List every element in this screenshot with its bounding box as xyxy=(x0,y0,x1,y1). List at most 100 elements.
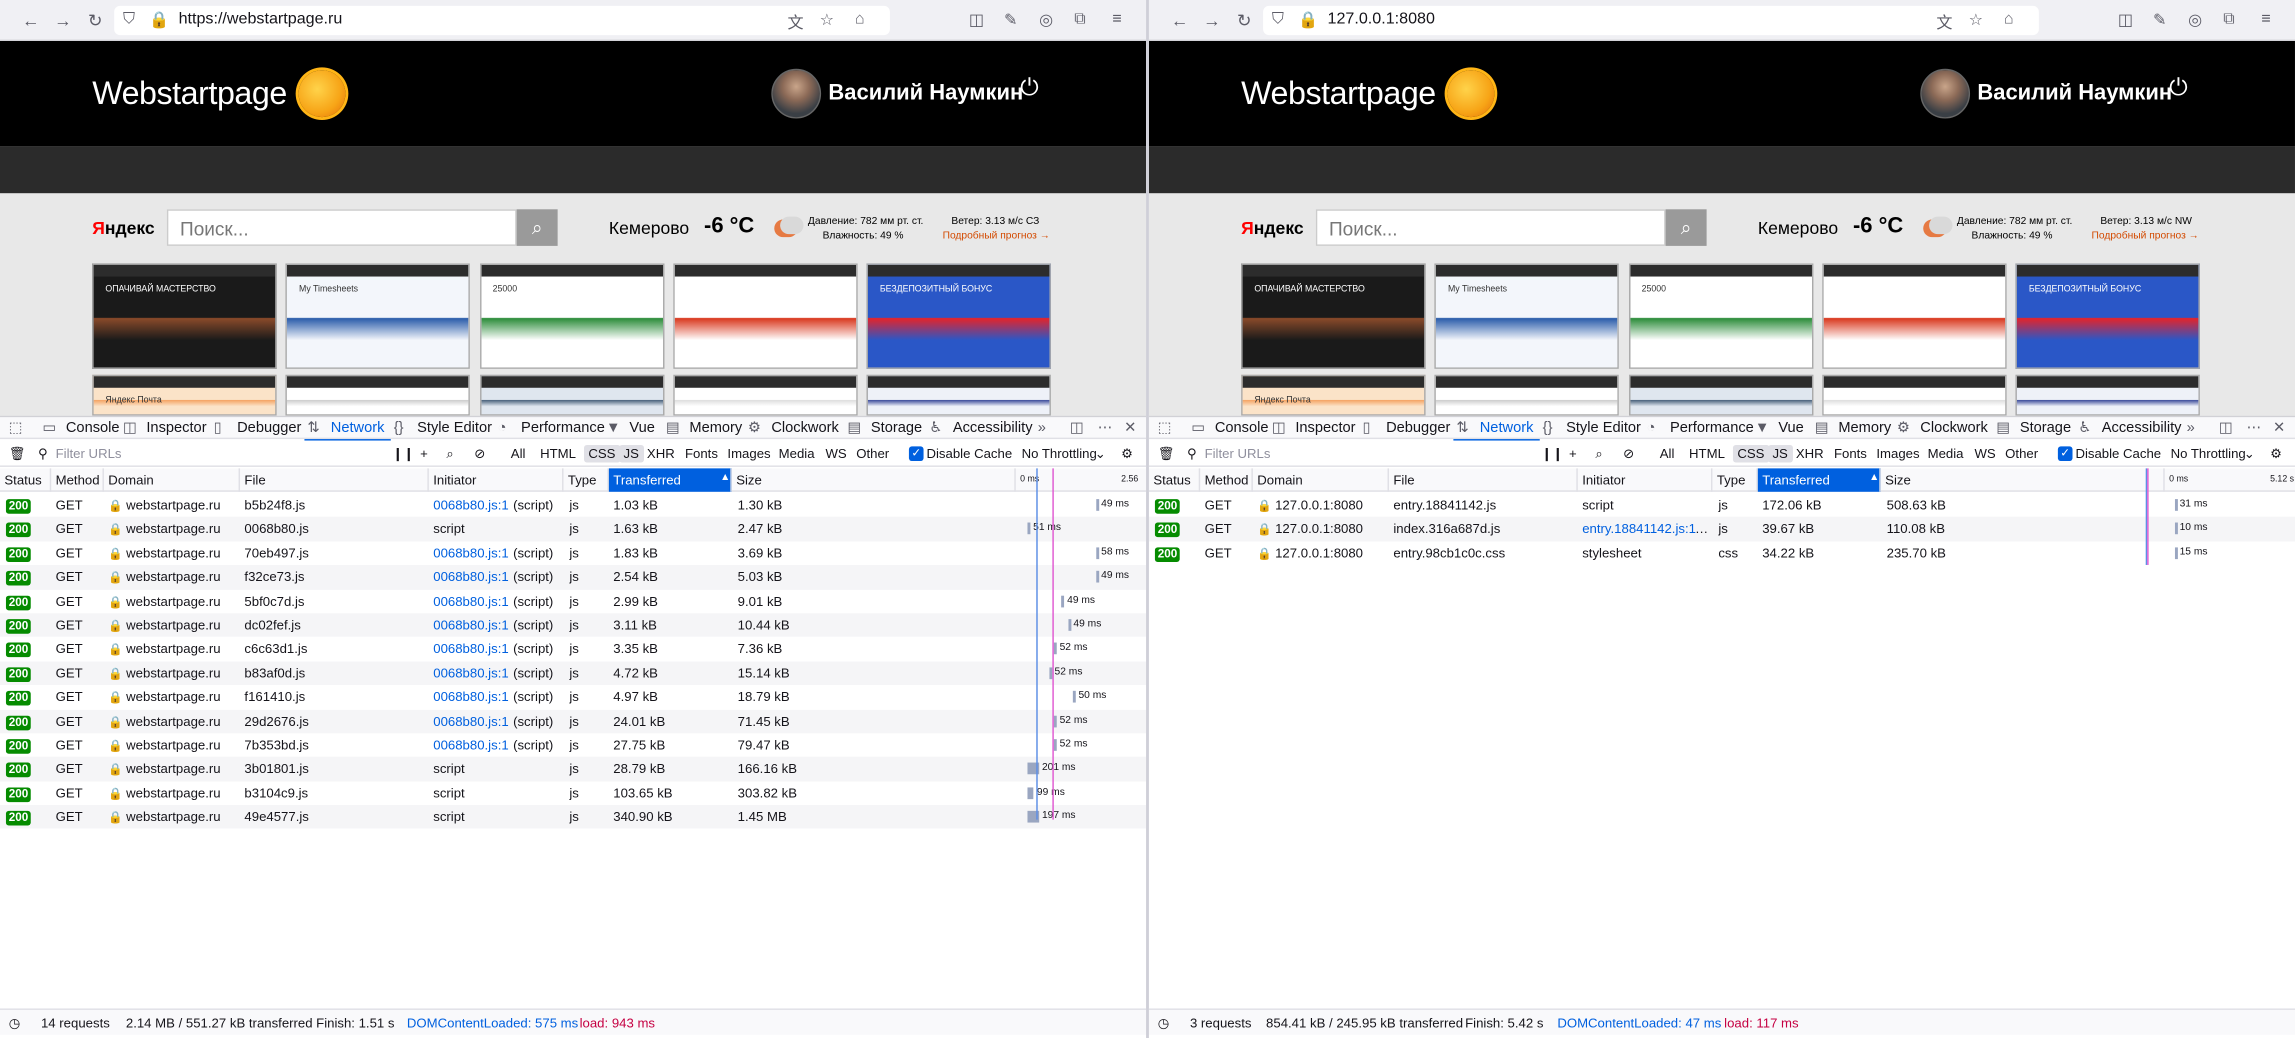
column-header-initiator[interactable]: Initiator xyxy=(1578,468,1713,492)
type-filter-media[interactable]: Media xyxy=(1928,446,1964,461)
type-filter-js[interactable]: JS xyxy=(1768,444,1793,463)
bookmark-thumbnail[interactable] xyxy=(1822,263,2007,369)
pause-icon[interactable]: ❙❙ xyxy=(1541,446,1563,462)
disable-cache-checkbox[interactable]: ✓ xyxy=(908,446,924,462)
bookmark-thumbnail[interactable] xyxy=(2015,374,2201,416)
bookmark-thumbnail[interactable]: Яндекс Почта xyxy=(1241,374,1426,416)
power-icon[interactable]: ⏻ xyxy=(1020,76,1039,102)
type-filter-css[interactable]: CSS xyxy=(1732,444,1769,463)
initiator-link[interactable]: 0068b80.js:1 xyxy=(433,546,508,561)
block-icon[interactable]: ⊘ xyxy=(1623,446,1634,462)
performance-icon[interactable]: ◷ xyxy=(1158,1016,1170,1032)
type-filter-other[interactable]: Other xyxy=(2005,446,2038,461)
extension-icon[interactable]: ◎ xyxy=(1039,10,1053,30)
column-header-domain[interactable]: Domain xyxy=(104,468,241,492)
tab-accessibility[interactable]: Accessibility xyxy=(953,420,1033,436)
menu-icon[interactable]: ≡ xyxy=(1112,10,1121,28)
type-filter-images[interactable]: Images xyxy=(727,446,770,461)
search-input[interactable]: Поиск... xyxy=(1315,209,1666,246)
add-icon[interactable]: + xyxy=(1569,446,1577,461)
initiator-link[interactable]: entry.18841142.js:11 (... xyxy=(1582,522,1711,537)
table-row[interactable]: 200 GET 🔒 127.0.0.1:8080 entry.18841142.js s… xyxy=(1149,493,2295,517)
column-header-transferred[interactable]: Transferred xyxy=(1757,468,1881,492)
filter-urls-input[interactable]: Filter URLs xyxy=(1205,446,1271,461)
url-bar[interactable]: ⛉ 🔒 https://webstartpage.ru 文 ☆ xyxy=(114,5,890,36)
user-name[interactable]: Василий Наумкин xyxy=(1977,81,2172,106)
tools-icon[interactable]: ✎ xyxy=(2153,10,2166,30)
initiator-cell[interactable]: 0068b80.js:1 (script) xyxy=(433,541,562,564)
performance-icon[interactable]: ◷ xyxy=(9,1016,21,1032)
avatar[interactable] xyxy=(771,68,822,119)
close-icon[interactable]: ✕ xyxy=(1124,420,1136,436)
table-row[interactable]: 200 GET 🔒 webstartpage.ru dc02fef.js 0068b80… xyxy=(0,613,1147,638)
tab-vue[interactable]: Vue xyxy=(1778,420,1803,436)
column-header-size[interactable]: Size xyxy=(1881,468,2165,492)
type-filter-xhr[interactable]: XHR xyxy=(647,446,675,461)
disable-cache-checkbox[interactable]: ✓ xyxy=(2057,446,2073,462)
more-tabs-icon[interactable]: » xyxy=(1038,420,1046,436)
url-text[interactable]: https://webstartpage.ru xyxy=(179,10,343,28)
network-settings-icon[interactable]: ⚙ xyxy=(1121,446,1133,462)
column-header-file[interactable]: File xyxy=(1389,468,1578,492)
column-header-transferred[interactable]: Transferred xyxy=(608,468,732,492)
tab-debugger[interactable]: Debugger xyxy=(237,420,301,436)
type-filter-css[interactable]: CSS xyxy=(583,444,620,463)
disable-cache-label[interactable]: Disable Cache xyxy=(926,446,1012,461)
type-filter-xhr[interactable]: XHR xyxy=(1796,446,1824,461)
element-picker-icon[interactable]: ⬚ xyxy=(1158,420,1172,436)
throttling-select[interactable]: No Throttling xyxy=(2171,446,2246,461)
tab-style-editor[interactable]: Style Editor xyxy=(417,420,492,436)
initiator-link[interactable]: 0068b80.js:1 xyxy=(433,618,508,633)
type-filter-all[interactable]: All xyxy=(1660,446,1675,461)
home-icon[interactable]: ⌂ xyxy=(2004,10,2014,28)
clear-icon[interactable]: 🗑 xyxy=(9,446,26,462)
bookmark-star-icon[interactable]: ☆ xyxy=(1969,10,1983,30)
bookmark-thumbnail[interactable] xyxy=(285,374,471,416)
url-text[interactable]: 127.0.0.1:8080 xyxy=(1328,10,1435,28)
column-header-type[interactable]: Type xyxy=(564,468,609,492)
initiator-cell[interactable]: script xyxy=(433,517,562,540)
type-filter-fonts[interactable]: Fonts xyxy=(685,446,718,461)
search-input[interactable]: Поиск... xyxy=(166,209,517,246)
bookmark-thumbnail[interactable]: 25000 xyxy=(1628,263,1813,369)
initiator-cell[interactable]: 0068b80.js:1 (script) xyxy=(433,637,562,660)
search-icon[interactable]: ⌕ xyxy=(446,446,453,462)
user-name[interactable]: Василий Наумкин xyxy=(828,81,1023,106)
initiator-link[interactable]: 0068b80.js:1 xyxy=(433,714,508,729)
tab-performance[interactable]: Performance xyxy=(1670,420,1754,436)
initiator-cell[interactable]: stylesheet xyxy=(1582,541,1711,564)
shield-extension-icon[interactable]: ◫ xyxy=(2118,10,2133,30)
type-filter-all[interactable]: All xyxy=(511,446,526,461)
column-header-status[interactable]: Status xyxy=(0,468,52,492)
initiator-link[interactable]: 0068b80.js:1 xyxy=(433,594,508,609)
avatar[interactable] xyxy=(1920,68,1971,119)
tab-console[interactable]: Console xyxy=(66,420,120,436)
bookmark-thumbnail[interactable]: Яндекс Почта xyxy=(92,374,277,416)
bookmark-star-icon[interactable]: ☆ xyxy=(820,10,834,30)
table-row[interactable]: 200 GET 🔒 webstartpage.ru 3b01801.js script j… xyxy=(0,757,1147,782)
tab-debugger[interactable]: Debugger xyxy=(1386,420,1450,436)
column-header-domain[interactable]: Domain xyxy=(1253,468,1389,492)
tab-storage[interactable]: Storage xyxy=(871,420,922,436)
shield-icon[interactable]: ⛉ xyxy=(1272,10,1284,29)
clear-icon[interactable]: 🗑 xyxy=(1158,446,1175,462)
table-row[interactable]: 200 GET 🔒 webstartpage.ru f32ce73.js 0068b80… xyxy=(0,565,1147,590)
power-icon[interactable]: ⏻ xyxy=(2169,76,2188,102)
dock-icon[interactable]: ◫ xyxy=(1070,420,1084,436)
tab-accessibility[interactable]: Accessibility xyxy=(2102,420,2182,436)
bookmark-thumbnail[interactable]: ОПАЧИВАЙ МАСТЕРСТВО xyxy=(92,263,277,369)
shield-icon[interactable]: ⛉ xyxy=(123,10,135,29)
initiator-cell[interactable]: 0068b80.js:1 (script) xyxy=(433,613,562,636)
back-icon[interactable]: ← xyxy=(1169,10,1189,30)
bookmark-thumbnail[interactable]: ОПАЧИВАЙ МАСТЕРСТВО xyxy=(1241,263,1426,369)
more-tabs-icon[interactable]: » xyxy=(2187,420,2195,436)
bookmark-thumbnail[interactable] xyxy=(673,374,858,416)
type-filter-fonts[interactable]: Fonts xyxy=(1834,446,1867,461)
search-icon[interactable]: ⌕ xyxy=(1595,446,1602,462)
initiator-cell[interactable]: 0068b80.js:1 (script) xyxy=(433,589,562,612)
table-row[interactable]: 200 GET 🔒 webstartpage.ru 0068b80.js script j… xyxy=(0,517,1147,542)
url-bar[interactable]: ⛉ 🔒 127.0.0.1:8080 文 ☆ xyxy=(1263,5,2039,36)
tab-vue[interactable]: Vue xyxy=(629,420,654,436)
tab-console[interactable]: Console xyxy=(1215,420,1269,436)
bookmark-thumbnail[interactable]: БЕЗДЕПОЗИТНЫЙ БОНУС xyxy=(866,263,1052,369)
